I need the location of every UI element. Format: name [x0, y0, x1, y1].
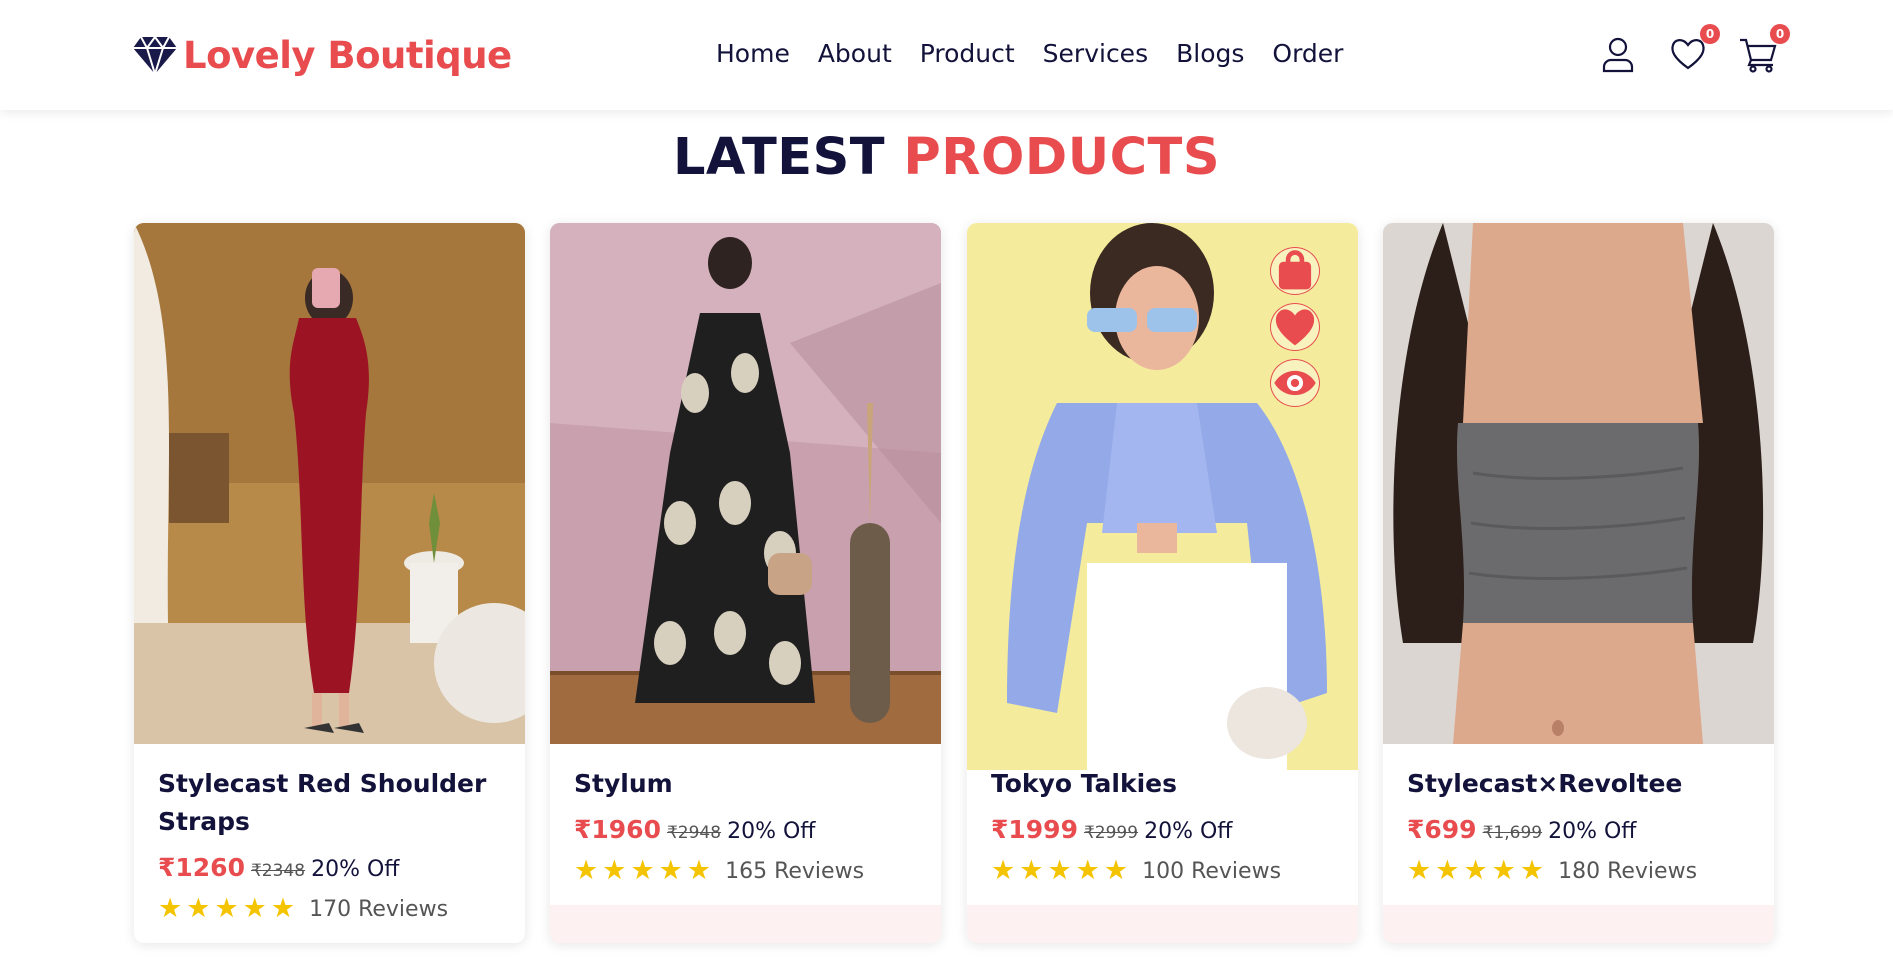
section-title-part2: PRODUCTS — [903, 128, 1221, 187]
star-icon: ★ — [1435, 855, 1460, 886]
heart-icon — [1275, 309, 1315, 346]
star-icon: ★ — [1407, 855, 1432, 886]
brand-logo[interactable]: Lovely Boutique — [133, 30, 512, 80]
star-rating: ★ ★ ★ ★ ★ — [574, 857, 711, 885]
star-icon: ★ — [242, 893, 267, 924]
add-to-cart-button[interactable] — [1270, 247, 1320, 295]
rating-row: ★ ★ ★ ★ ★ 180 Reviews — [1407, 857, 1697, 885]
wishlist-count-badge: 0 — [1700, 24, 1720, 44]
product-image[interactable] — [134, 223, 525, 744]
product-discount: 20% Off — [311, 857, 400, 882]
nav-order[interactable]: Order — [1272, 36, 1343, 72]
price-row: ₹1999 ₹2999 20% Off — [991, 815, 1232, 844]
star-icon: ★ — [158, 893, 183, 924]
star-icon: ★ — [991, 855, 1016, 886]
star-icon: ★ — [1103, 855, 1129, 886]
product-old-price: ₹2348 — [250, 861, 306, 881]
header-icons: 0 0 — [1598, 24, 1790, 78]
product-card[interactable]: Tokyo Talkies ₹1999 ₹2999 20% Off ★ ★ ★ … — [967, 223, 1358, 943]
product-image[interactable] — [967, 223, 1358, 770]
star-icon: ★ — [1019, 855, 1044, 886]
rating-row: ★ ★ ★ ★ ★ 100 Reviews — [991, 857, 1281, 885]
nav-home[interactable]: Home — [716, 36, 790, 72]
star-rating: ★ ★ ★ ★ ★ — [1407, 857, 1544, 885]
star-icon: ★ — [574, 855, 599, 886]
product-image[interactable] — [1383, 223, 1774, 744]
product-grid: Stylecast Red Shoulder Straps ₹1260 ₹234… — [134, 223, 1774, 945]
product-name[interactable]: Tokyo Talkies — [991, 765, 1341, 803]
product-name[interactable]: Stylecast Red Shoulder Straps — [158, 765, 508, 841]
star-icon: ★ — [630, 855, 655, 886]
product-price: ₹699 — [1407, 815, 1477, 844]
review-count: 165 Reviews — [725, 858, 865, 884]
main-nav: Home About Product Services Blogs Order — [716, 36, 1343, 72]
product-old-price: ₹2999 — [1083, 823, 1139, 843]
card-footer-strip — [1383, 905, 1774, 943]
product-price: ₹1960 — [574, 815, 661, 844]
nav-product[interactable]: Product — [920, 36, 1015, 72]
section-title: LATEST PRODUCTS — [0, 128, 1893, 187]
nav-blogs[interactable]: Blogs — [1176, 36, 1244, 72]
star-icon: ★ — [1491, 855, 1516, 886]
rating-row: ★ ★ ★ ★ ★ 170 Reviews — [158, 895, 448, 923]
star-icon: ★ — [214, 893, 239, 924]
product-discount: 20% Off — [1144, 819, 1233, 844]
star-icon: ★ — [1463, 855, 1488, 886]
star-icon: ★ — [602, 855, 627, 886]
product-price: ₹1999 — [991, 815, 1078, 844]
rating-row: ★ ★ ★ ★ ★ 165 Reviews — [574, 857, 864, 885]
quick-view-button[interactable] — [1270, 359, 1320, 407]
nav-about[interactable]: About — [818, 36, 892, 72]
card-footer-strip — [550, 905, 941, 943]
price-row: ₹1960 ₹2948 20% Off — [574, 815, 815, 844]
brand-name: Lovely Boutique — [183, 33, 512, 77]
diamond-icon — [133, 35, 177, 75]
star-icon: ★ — [686, 855, 712, 886]
product-discount: 20% Off — [727, 819, 816, 844]
product-card[interactable]: Stylecast Red Shoulder Straps ₹1260 ₹234… — [134, 223, 525, 943]
add-to-wishlist-button[interactable] — [1270, 303, 1320, 351]
price-row: ₹699 ₹1,699 20% Off — [1407, 815, 1636, 844]
product-old-price: ₹1,699 — [1482, 823, 1543, 843]
star-rating: ★ ★ ★ ★ ★ — [158, 895, 295, 923]
review-count: 180 Reviews — [1558, 858, 1698, 884]
star-rating: ★ ★ ★ ★ ★ — [991, 857, 1128, 885]
card-footer-strip — [967, 905, 1358, 943]
product-card[interactable]: Stylecast×Revoltee ₹699 ₹1,699 20% Off ★… — [1383, 223, 1774, 943]
star-icon: ★ — [1519, 855, 1545, 886]
star-icon: ★ — [270, 893, 296, 924]
wishlist-button[interactable]: 0 — [1668, 24, 1720, 74]
product-name[interactable]: Stylecast×Revoltee — [1407, 765, 1757, 803]
product-name[interactable]: Stylum — [574, 765, 924, 803]
eye-icon — [1274, 370, 1316, 396]
product-price: ₹1260 — [158, 853, 245, 882]
site-header: Lovely Boutique Home About Product Servi… — [0, 0, 1893, 110]
section-title-part1: LATEST — [672, 128, 886, 187]
cart-button[interactable]: 0 — [1738, 24, 1790, 74]
product-discount: 20% Off — [1548, 819, 1637, 844]
cart-count-badge: 0 — [1770, 24, 1790, 44]
star-icon: ★ — [186, 893, 211, 924]
star-icon: ★ — [1047, 855, 1072, 886]
user-icon[interactable] — [1598, 34, 1638, 74]
bag-icon — [1278, 250, 1312, 290]
price-row: ₹1260 ₹2348 20% Off — [158, 853, 399, 882]
review-count: 170 Reviews — [309, 896, 449, 922]
star-icon: ★ — [658, 855, 683, 886]
product-actions — [1270, 247, 1320, 407]
star-icon: ★ — [1075, 855, 1100, 886]
product-image[interactable] — [550, 223, 941, 744]
review-count: 100 Reviews — [1142, 858, 1282, 884]
product-card[interactable]: Stylum ₹1960 ₹2948 20% Off ★ ★ ★ ★ ★ 165… — [550, 223, 941, 943]
product-old-price: ₹2948 — [666, 823, 722, 843]
nav-services[interactable]: Services — [1043, 36, 1148, 72]
